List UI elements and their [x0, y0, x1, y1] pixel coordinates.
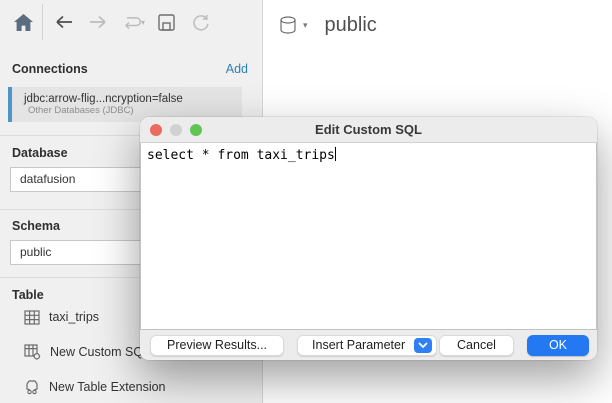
- table-item-taxi-trips[interactable]: taxi_trips: [24, 307, 99, 327]
- toolbar-divider: [42, 4, 43, 40]
- close-window-icon[interactable]: [150, 124, 162, 136]
- redo-dropdown-caret[interactable]: ▾: [141, 18, 145, 27]
- zoom-window-icon[interactable]: [190, 124, 202, 136]
- schema-title: public: [325, 14, 377, 37]
- toolbar: ▾: [0, 0, 262, 44]
- database-label: Database: [12, 146, 68, 160]
- new-custom-sql-item[interactable]: New Custom SQL: [24, 342, 150, 362]
- custom-sql-icon: [24, 344, 41, 360]
- connection-name: jdbc:arrow-flig...ncryption=false: [24, 93, 242, 105]
- sql-text: select * from taxi_trips: [147, 148, 335, 163]
- insert-parameter-label: Insert Parameter: [312, 338, 405, 352]
- table-label: Table: [12, 288, 44, 302]
- table-grid-icon: [24, 310, 40, 325]
- table-extension-icon: [24, 379, 40, 395]
- forward-arrow-icon[interactable]: [85, 9, 111, 35]
- dialog-titlebar[interactable]: Edit Custom SQL: [140, 117, 597, 143]
- chevron-down-icon: [414, 338, 432, 353]
- preview-results-button[interactable]: Preview Results...: [150, 335, 284, 356]
- app-window: ▾ Connections Add jdbc:arrow-flig...ncry…: [0, 0, 612, 403]
- add-connection-link[interactable]: Add: [226, 62, 248, 76]
- table-item-label: taxi_trips: [49, 310, 99, 324]
- schema-label: Schema: [12, 219, 60, 233]
- connection-type: Other Databases (JDBC): [28, 105, 242, 116]
- schema-header: ▾ public: [278, 14, 377, 37]
- dialog-footer: Preview Results... Insert Parameter Canc…: [140, 330, 597, 360]
- schema-dropdown-caret[interactable]: ▾: [303, 20, 308, 31]
- new-custom-sql-label: New Custom SQL: [50, 345, 150, 359]
- connections-header: Connections Add: [12, 62, 248, 76]
- home-icon[interactable]: [10, 9, 36, 35]
- new-table-extension-label: New Table Extension: [49, 380, 166, 394]
- refresh-icon[interactable]: [187, 9, 213, 35]
- new-table-extension-item[interactable]: New Table Extension: [24, 377, 166, 397]
- text-cursor: [335, 147, 336, 161]
- ok-button[interactable]: OK: [527, 335, 589, 356]
- cancel-button[interactable]: Cancel: [439, 335, 514, 356]
- minimize-window-icon: [170, 124, 182, 136]
- save-icon[interactable]: [153, 9, 179, 35]
- connections-label: Connections: [12, 62, 88, 76]
- database-cylinder-icon[interactable]: [278, 15, 298, 36]
- back-arrow-icon[interactable]: [51, 9, 77, 35]
- insert-parameter-button[interactable]: Insert Parameter: [297, 335, 437, 356]
- edit-custom-sql-dialog: Edit Custom SQL select * from taxi_trips…: [140, 117, 597, 360]
- traffic-lights: [150, 124, 202, 136]
- sql-editor[interactable]: select * from taxi_trips: [140, 143, 597, 330]
- dialog-title: Edit Custom SQL: [315, 122, 422, 137]
